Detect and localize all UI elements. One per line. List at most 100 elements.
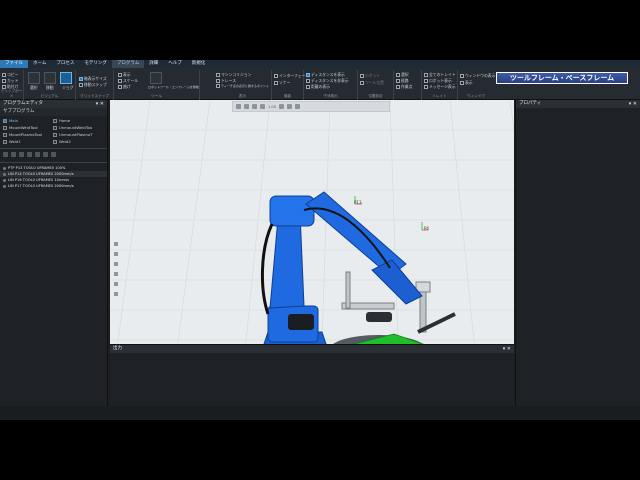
- tool-position-item[interactable]: ツール位置: [360, 80, 384, 86]
- view-icon[interactable]: [114, 262, 118, 266]
- view-icon[interactable]: [114, 282, 118, 286]
- program-line[interactable]: LIN P17 TOOL0 UFRAME0 2000mm/s: [0, 183, 107, 189]
- ribbon-group-position: ロボット ツール位置 位置設定: [358, 70, 394, 100]
- speed-value: 1.00: [268, 104, 277, 109]
- panel-close-icon[interactable]: ▾ ✕: [503, 345, 511, 353]
- subprogram-row: MountPlasmaTool UnmountPlasmaT: [3, 131, 104, 138]
- group-label: トレイト: [432, 94, 447, 98]
- menu-program[interactable]: プログラム: [111, 60, 145, 68]
- subprogram-main[interactable]: Main: [3, 118, 53, 123]
- play-icon[interactable]: [260, 104, 265, 109]
- program-icon: [3, 118, 7, 123]
- properties-title: プロパティ ▾ ✕: [516, 100, 640, 108]
- message-display-checkbox[interactable]: メッセージ表示: [424, 84, 456, 90]
- move-button[interactable]: [44, 72, 56, 84]
- robot-tool-frame-label: ロボットツール・エンフレームを移動: [148, 85, 199, 89]
- menu-details[interactable]: 詳細: [144, 60, 163, 68]
- output-panel: 出力 ▾ ✕: [110, 344, 514, 406]
- divider: [0, 162, 107, 163]
- select-button[interactable]: [28, 72, 40, 84]
- group-label: グリッドスナップ: [80, 94, 109, 98]
- menu-home[interactable]: ホーム: [28, 60, 51, 68]
- program-icon: [53, 139, 57, 144]
- subprogram-unmountplasma[interactable]: UnmountPlasmaT: [53, 132, 103, 137]
- ribbon-group-interference: ディスタンスを表示 ディスタンスを非表示 距離の表示 干渉検出: [304, 70, 358, 100]
- delete-icon[interactable]: [27, 152, 32, 157]
- add-statement-icon[interactable]: [35, 152, 40, 157]
- status-bar: [0, 406, 640, 420]
- viewport-toolbar: 1.00: [232, 101, 390, 112]
- target-point-p13[interactable]: P13: [354, 196, 362, 205]
- subprogram-row: Main Home: [3, 117, 104, 124]
- menu-new[interactable]: 新規化: [187, 60, 211, 68]
- group-label: クリップボード: [0, 89, 23, 98]
- target-point-p4[interactable]: P4: [421, 222, 429, 231]
- subprogram-row: MountWeldTool UnmountWeldToo: [3, 124, 104, 131]
- menu-modeling[interactable]: モデリング: [79, 60, 112, 68]
- rewind-icon[interactable]: [244, 104, 249, 109]
- paste-icon[interactable]: [19, 152, 24, 157]
- view-icon[interactable]: [114, 272, 118, 276]
- robot-position-item[interactable]: ロボット: [360, 73, 380, 79]
- robot-tool-frame-button[interactable]: [150, 72, 162, 84]
- subprogram-row: Weld1 Weld2: [3, 138, 104, 145]
- ribbon-group-trait: 全てのトレイト ロボット表示 メッセージ表示 トレイト: [422, 70, 458, 100]
- group-label: 機能: [283, 94, 292, 98]
- subprogram-mountweld[interactable]: MountWeldTool: [3, 125, 53, 130]
- distance-display-item[interactable]: 距離の表示: [306, 84, 330, 90]
- copy-icon[interactable]: [11, 152, 16, 157]
- subprogram-home[interactable]: Home: [53, 118, 103, 123]
- bend-item[interactable]: 曲げ: [118, 84, 131, 90]
- ribbon-group-clipboard: コピー カット 貼付け クリップボード: [0, 70, 24, 100]
- subprogram-weld1[interactable]: Weld1: [3, 139, 53, 144]
- subprogram-unmountweld[interactable]: UnmountWeldToo: [53, 125, 103, 130]
- point-label: P4: [424, 226, 429, 231]
- menu-process[interactable]: プロセス: [51, 60, 79, 68]
- move-label: 移動: [46, 85, 54, 90]
- subprogram-header: サブプログラム: [0, 108, 107, 116]
- menu-help[interactable]: ヘルプ: [163, 60, 187, 68]
- group-label: ビジュアル: [40, 94, 59, 98]
- program-icon: [53, 125, 57, 130]
- move-up-icon[interactable]: [43, 152, 48, 157]
- program-icon: [3, 132, 7, 137]
- menu-file[interactable]: ファイル: [0, 60, 28, 68]
- window-display-checkbox[interactable]: ウィンドウの表示: [460, 73, 495, 79]
- ribbon-group-display: マシンコリジョン トレース ティーチ点の表示に関するポイント 表示: [214, 70, 272, 100]
- panel-close-icon[interactable]: ▾ ✕: [96, 100, 104, 108]
- cut-icon[interactable]: [3, 152, 8, 157]
- move-down-icon[interactable]: [51, 152, 56, 157]
- program-icon: [53, 118, 57, 123]
- program-icon: [53, 132, 57, 137]
- program-icon: [3, 139, 7, 144]
- ribbon-group-visual: 選択 移動 ジョグ ビジュアル: [24, 70, 76, 100]
- view-icon[interactable]: [114, 292, 118, 296]
- group-label: 位置設定: [368, 94, 383, 98]
- move-step-checkbox[interactable]: 移動ステップ: [79, 82, 107, 88]
- subprogram-weld2[interactable]: Weld2: [53, 139, 103, 144]
- subprogram-mountplasma[interactable]: MountPlasmaTool: [3, 132, 53, 137]
- jog-button[interactable]: [60, 72, 72, 84]
- panel-close-icon[interactable]: ▾ ✕: [629, 100, 637, 108]
- settings-icon[interactable]: [236, 104, 241, 109]
- view-icon[interactable]: [114, 242, 118, 246]
- work-point-checkbox[interactable]: 作業点: [396, 84, 412, 90]
- group-label: ウィンドウ: [467, 94, 485, 98]
- group-label: 干渉検出: [323, 94, 338, 98]
- output-title: 出力 ▾ ✕: [110, 345, 514, 353]
- group-label: ツール: [151, 94, 162, 98]
- step-back-icon[interactable]: [252, 104, 257, 109]
- step-forward-icon[interactable]: [279, 104, 285, 109]
- ribbon-group-select: 選択 経路 作業点: [394, 70, 422, 100]
- properties-panel: プロパティ ▾ ✕: [515, 100, 640, 406]
- teach-point-checkbox[interactable]: ティーチ点の表示に関するポイント: [216, 84, 269, 88]
- program-editor-panel: プログラムエディタ ▾ ✕ サブプログラム Main Home MountWel…: [0, 100, 108, 406]
- ribbon-group-snap: 軸表示サイズ 移動ステップ グリッドスナップ: [76, 70, 114, 100]
- view-icon[interactable]: [114, 252, 118, 256]
- program-icon: [3, 125, 7, 130]
- camera-icon[interactable]: [295, 104, 301, 109]
- display-dropdown[interactable]: 表示: [460, 80, 473, 86]
- sonar-item[interactable]: ソナー: [274, 80, 290, 86]
- record-icon[interactable]: [287, 104, 293, 109]
- app-window: ファイル ホーム プロセス モデリング プログラム 詳細 ヘルプ 新規化 コピー…: [0, 60, 640, 420]
